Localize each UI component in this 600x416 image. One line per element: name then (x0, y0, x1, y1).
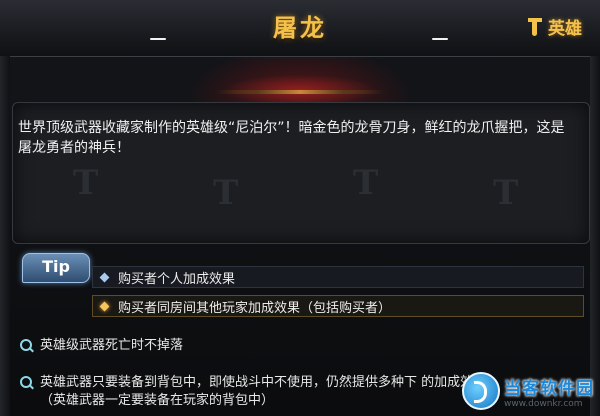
feature-note-text: （英雄武器一定要装备在玩家的背包中） (40, 393, 275, 408)
logo-url: www.downkr.com (504, 398, 583, 409)
left-border (0, 56, 10, 416)
tip-row-room: 购买者同房间其他玩家加成效果（包括购买者） (92, 295, 584, 317)
hero-t-icon (526, 16, 544, 38)
feature-text: 英雄武器只要装备到背包中，即使战斗中不使用，仍然提供多种下 的加成效果 (40, 375, 487, 390)
diamond-icon (99, 301, 110, 311)
right-border (590, 56, 600, 416)
feature-item: 英雄武器只要装备到背包中，即使战斗中不使用，仍然提供多种下 的加成效果 (20, 373, 486, 392)
title-bar: 屠龙 英雄 (0, 0, 600, 57)
tip-row-label: 购买者个人加成效果 (118, 271, 236, 287)
item-detail-window: 屠龙 英雄 T T T T 世界顶级武器收藏家制作的英雄级“尼泊尔”！暗金色的龙… (0, 0, 600, 416)
item-title: 屠龙 (273, 14, 327, 42)
t-emblem-icon: T (73, 163, 99, 203)
t-emblem-icon: T (493, 173, 519, 213)
tip-row-personal: 购买者个人加成效果 (92, 266, 584, 288)
feature-text: 英雄级武器死亡时不掉落 (40, 338, 184, 353)
item-description: 世界顶级武器收藏家制作的英雄级“尼泊尔”！暗金色的龙骨刀身，鲜红的龙爪握把，这是… (18, 120, 565, 156)
hero-badge: 英雄 (526, 14, 582, 39)
logo-name: 当客软件园 (504, 378, 594, 399)
hero-badge-label: 英雄 (548, 19, 582, 39)
feature-item: 英雄级武器死亡时不掉落 (20, 336, 183, 355)
tip-row-label: 购买者同房间其他玩家加成效果（包括购买者） (118, 300, 392, 316)
feature-note: （英雄武器一定要装备在玩家的背包中） (40, 391, 274, 410)
magnifier-icon (20, 339, 34, 353)
magnifier-icon (20, 376, 34, 390)
logo-d-icon (462, 372, 500, 410)
weapon-ornament (185, 56, 415, 102)
ornament-bar (215, 90, 385, 94)
t-emblem-icon: T (353, 163, 379, 203)
site-watermark-logo: 当客软件园 www.downkr.com (462, 372, 594, 410)
t-emblem-icon: T (213, 173, 239, 213)
tip-tab[interactable]: Tip (22, 253, 90, 283)
diamond-icon (99, 272, 110, 282)
